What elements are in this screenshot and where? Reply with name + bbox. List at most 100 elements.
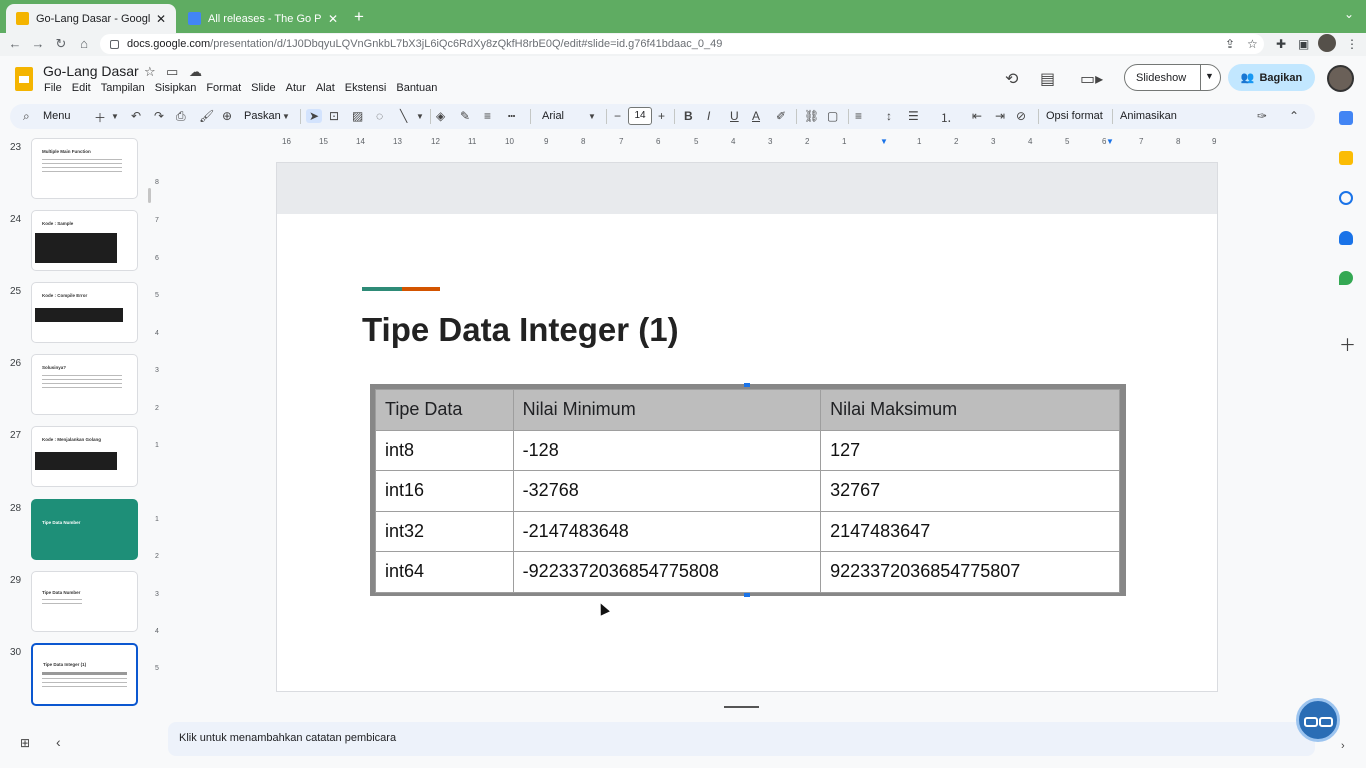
comments-icon[interactable]: ▤: [1040, 69, 1055, 89]
keep-icon[interactable]: [1339, 151, 1353, 165]
zoom-select[interactable]: Paskan: [244, 110, 281, 122]
document-title[interactable]: Go-Lang Dasar: [43, 63, 139, 79]
resize-handle-top[interactable]: [744, 383, 750, 387]
slide-thumbnail[interactable]: Tipe Data Integer (1): [31, 643, 138, 706]
fill-color-icon[interactable]: ◈: [436, 109, 445, 123]
forward-icon[interactable]: →: [30, 36, 46, 51]
increase-font-icon[interactable]: +: [658, 109, 665, 123]
chevron-down-icon[interactable]: ▼: [111, 112, 119, 121]
add-comment-icon[interactable]: ▢: [827, 109, 838, 123]
increase-indent-icon[interactable]: ⇥: [995, 109, 1005, 123]
meet-camera-icon[interactable]: ▭▸: [1080, 69, 1103, 89]
slide-thumbnail[interactable]: Kode : Sample: [31, 210, 138, 271]
font-size-input[interactable]: 14: [628, 107, 652, 125]
grid-view-icon[interactable]: ⊞: [20, 736, 30, 750]
back-icon[interactable]: ←: [7, 36, 23, 51]
slides-logo-icon[interactable]: [15, 67, 33, 91]
table-cell[interactable]: 127: [820, 429, 1120, 471]
collapse-toolbar-icon[interactable]: ⌃: [1289, 109, 1299, 123]
undo-icon[interactable]: ↶: [131, 109, 141, 123]
chrome-menu-icon[interactable]: ⋮: [1346, 37, 1358, 51]
table-cell[interactable]: 2147483647: [820, 510, 1120, 552]
close-tab-icon[interactable]: ✕: [156, 12, 166, 26]
slide-thumbnail[interactable]: Tipe Data Number: [31, 499, 138, 560]
tab-go-releases[interactable]: All releases - The Go Programm ✕: [178, 4, 348, 33]
speaker-notes[interactable]: Klik untuk menambahkan catatan pembicara: [168, 722, 1315, 756]
share-button[interactable]: 👥 Bagikan: [1228, 64, 1315, 91]
slide-thumbnail[interactable]: Solusinya?: [31, 354, 138, 415]
menu-extensions[interactable]: Ekstensi: [345, 82, 387, 94]
menu-slide[interactable]: Slide: [251, 82, 275, 94]
filmstrip-item[interactable]: 24 Kode : Sample: [0, 210, 160, 272]
contacts-icon[interactable]: [1339, 231, 1353, 245]
paint-format-icon[interactable]: 🖌: [199, 109, 214, 123]
select-pointer-icon[interactable]: ➤: [306, 109, 323, 123]
line-icon[interactable]: ╲: [400, 109, 407, 123]
menu-search-field[interactable]: Menu: [43, 110, 71, 122]
filmstrip-item-selected[interactable]: 30 Tipe Data Integer (1): [0, 643, 160, 706]
highlight-icon[interactable]: ✐: [776, 109, 786, 123]
menu-insert[interactable]: Sisipkan: [155, 82, 197, 94]
table-cell[interactable]: -2147483648: [512, 510, 822, 552]
chevron-down-icon[interactable]: ▼: [588, 112, 596, 121]
side-panel-icon[interactable]: ▣: [1298, 37, 1309, 51]
italic-icon[interactable]: I: [707, 109, 710, 123]
link-icon[interactable]: ⛓: [804, 109, 819, 123]
search-icon[interactable]: ⌕: [23, 109, 30, 124]
border-weight-icon[interactable]: ≡: [484, 109, 491, 123]
bold-icon[interactable]: B: [684, 109, 693, 123]
collapse-filmstrip-icon[interactable]: ‹: [56, 734, 61, 750]
filmstrip-item[interactable]: 27 Kode : Menjalankan Golang: [0, 426, 160, 488]
menu-help[interactable]: Bantuan: [396, 82, 437, 94]
slide-title[interactable]: Tipe Data Integer (1): [362, 311, 679, 349]
slide-thumbnail[interactable]: Kode : Menjalankan Golang: [31, 426, 138, 487]
hide-side-panel-icon[interactable]: ›: [1341, 740, 1345, 752]
filmstrip-item[interactable]: 28 Tipe Data Number: [0, 499, 160, 561]
avatar[interactable]: [1327, 65, 1354, 92]
animate-button[interactable]: Animasikan: [1120, 110, 1177, 122]
menu-tools[interactable]: Alat: [316, 82, 335, 94]
zoom-icon[interactable]: ⊕: [222, 109, 232, 123]
table-selection-frame[interactable]: Tipe Data Nilai Minimum Nilai Maksimum i…: [370, 384, 1126, 596]
home-icon[interactable]: ⌂: [76, 36, 92, 51]
table-cell[interactable]: int64: [375, 551, 514, 593]
filmstrip-item[interactable]: 23 Multiple Main Function: [0, 138, 160, 200]
align-icon[interactable]: ≡: [855, 109, 862, 123]
tab-search-icon[interactable]: ⌄: [1344, 7, 1354, 21]
menu-arrange[interactable]: Atur: [286, 82, 306, 94]
table-cell[interactable]: int16: [375, 470, 514, 512]
calendar-icon[interactable]: [1339, 111, 1353, 125]
ruler-indent-marker-icon[interactable]: ▼: [880, 137, 888, 146]
chrome-profile-avatar[interactable]: [1318, 34, 1336, 52]
bookmark-star-icon[interactable]: ☆: [1247, 37, 1258, 51]
resize-handle-bottom[interactable]: [744, 593, 750, 597]
slide-thumbnail[interactable]: Multiple Main Function: [31, 138, 138, 199]
tasks-icon[interactable]: [1339, 191, 1353, 205]
tab-google-slides[interactable]: Go-Lang Dasar - Google Slide ✕: [6, 4, 176, 33]
chevron-down-icon[interactable]: ▼: [282, 112, 290, 121]
header-cell[interactable]: Tipe Data: [375, 389, 514, 431]
maps-icon[interactable]: [1339, 271, 1353, 285]
header-cell[interactable]: Nilai Maksimum: [820, 389, 1120, 431]
star-icon[interactable]: ☆: [144, 64, 156, 80]
move-folder-icon[interactable]: ▭: [166, 64, 178, 80]
border-color-icon[interactable]: ✎: [460, 109, 470, 123]
text-color-icon[interactable]: A: [752, 109, 760, 123]
border-dash-icon[interactable]: ┅: [508, 109, 515, 123]
add-addon-icon[interactable]: ＋: [1339, 331, 1356, 356]
extensions-icon[interactable]: ✚: [1276, 37, 1286, 51]
decrease-indent-icon[interactable]: ⇤: [972, 109, 982, 123]
menu-file[interactable]: File: [44, 82, 62, 94]
bulleted-list-icon[interactable]: ☰: [908, 109, 919, 123]
new-tab-button[interactable]: +: [354, 7, 364, 27]
image-icon[interactable]: ▨: [352, 109, 363, 123]
new-slide-icon[interactable]: ＋: [94, 109, 106, 126]
slide-canvas[interactable]: Tipe Data Integer (1) Tipe Data Nilai Mi…: [276, 162, 1218, 692]
font-family-select[interactable]: Arial: [542, 110, 564, 122]
ruler-right-indent-icon[interactable]: ▼: [1106, 137, 1114, 146]
print-icon[interactable]: ⎙: [176, 109, 186, 124]
format-options-button[interactable]: Opsi format: [1046, 110, 1103, 122]
menu-edit[interactable]: Edit: [72, 82, 91, 94]
notes-resize-handle[interactable]: [724, 706, 759, 708]
underline-icon[interactable]: U: [730, 109, 739, 123]
